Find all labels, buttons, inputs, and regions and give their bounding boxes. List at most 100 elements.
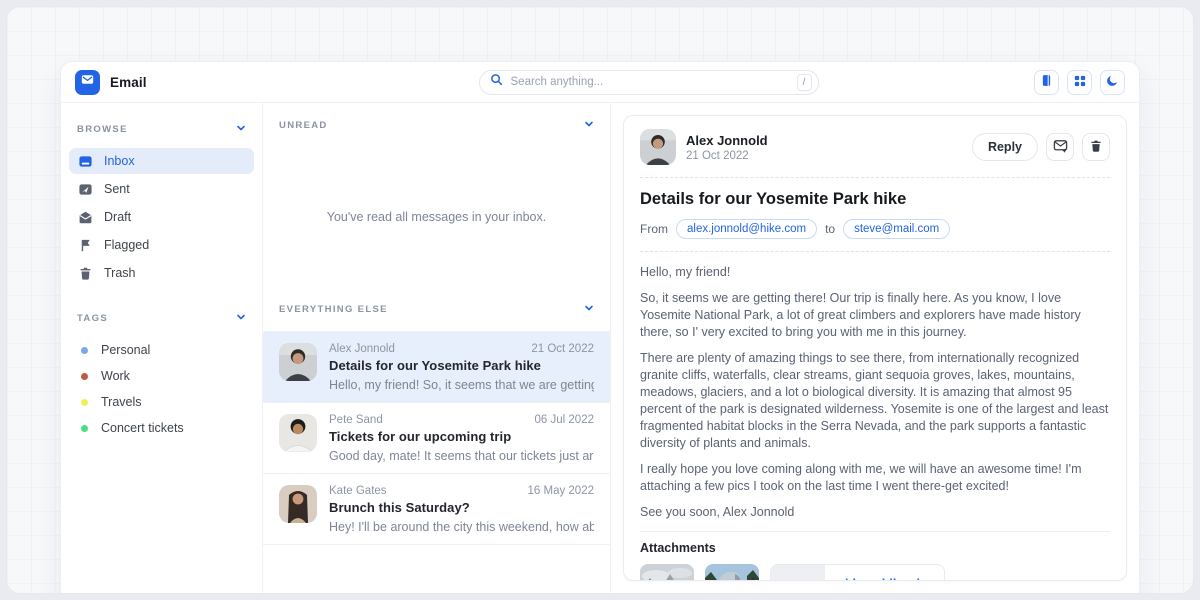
reader-date: 21 Oct 2022 [686, 150, 768, 162]
sidebar-item-flagged[interactable]: Flagged [69, 232, 254, 258]
reader-subject: Details for our Yosemite Park hike [640, 190, 1110, 209]
email-paragraph: Hello, my friend! [640, 264, 1110, 281]
chevron-down-icon[interactable] [584, 116, 594, 134]
from-to-row: From alex.jonnold@hike.com to steve@mail… [640, 219, 1110, 239]
message-list-column: UNREAD You've read all messages in your … [263, 103, 611, 594]
tag-item-personal[interactable]: Personal [69, 337, 254, 363]
everything-else-label: EVERYTHING ELSE [279, 304, 388, 315]
tag-label: Personal [101, 343, 150, 357]
search-bar[interactable]: / [479, 70, 819, 95]
apps-grid-button[interactable] [1067, 70, 1092, 95]
photo-attachment-half-dome[interactable] [705, 564, 759, 581]
browse-section-header[interactable]: BROWSE [69, 111, 254, 148]
divider [640, 251, 1110, 252]
divider [640, 177, 1110, 178]
email-app-window: Email / [60, 61, 1140, 594]
reader-sender-name: Alex Jonnold [686, 133, 768, 148]
mail-subject: Details for our Yosemite Park hike [329, 358, 594, 373]
tag-label: Work [101, 369, 130, 383]
attachments-label: Attachments [640, 541, 1110, 555]
search-input[interactable] [511, 76, 789, 88]
delete-button[interactable] [1082, 133, 1110, 161]
tag-dot-blue [81, 347, 88, 354]
mail-item-content: Pete Sand 06 Jul 2022 Tickets for our up… [329, 414, 594, 463]
email-paragraph: See you soon, Alex Jonnold [640, 504, 1110, 521]
envelope-logo-icon [79, 71, 96, 93]
attachments-row: videos-hike.zip 100 MB [640, 564, 1110, 581]
sidebar-item-label: Draft [104, 210, 131, 224]
sidebar: BROWSE Inbox Sent [61, 103, 263, 594]
mail-item-content: Kate Gates 16 May 2022 Brunch this Satur… [329, 485, 594, 534]
tag-label: Travels [101, 395, 142, 409]
tag-dot-yellow [81, 399, 88, 406]
search-shortcut-badge: / [797, 74, 812, 91]
tags-section-header[interactable]: TAGS [69, 300, 254, 337]
email-paragraph: So, it seems we are getting there! Our t… [640, 290, 1110, 341]
tag-item-concert-tickets[interactable]: Concert tickets [69, 415, 254, 441]
top-actions [1034, 70, 1125, 95]
mail-sender: Alex Jonnold [329, 343, 395, 355]
from-address-chip[interactable]: alex.jonnold@hike.com [676, 219, 817, 239]
unread-label: UNREAD [279, 120, 328, 131]
draft-envelope-icon [78, 210, 93, 225]
file-meta: videos-hike.zip 100 MB [825, 565, 944, 581]
sidebar-item-label: Trash [104, 266, 136, 280]
everything-else-section-header[interactable]: EVERYTHING ELSE [263, 287, 610, 331]
sidebar-item-sent[interactable]: Sent [69, 176, 254, 202]
grid-icon [1074, 75, 1086, 90]
search-zone: / [273, 70, 1024, 95]
sidebar-item-label: Sent [104, 182, 130, 196]
tag-item-work[interactable]: Work [69, 363, 254, 389]
tag-item-travels[interactable]: Travels [69, 389, 254, 415]
brand: Email [75, 70, 263, 95]
zip-attachment-card[interactable]: videos-hike.zip 100 MB [770, 564, 945, 581]
tag-dot-red [81, 373, 88, 380]
trash-icon [78, 266, 93, 281]
mail-list-item-tickets[interactable]: Pete Sand 06 Jul 2022 Tickets for our up… [263, 403, 610, 474]
to-address-chip[interactable]: steve@mail.com [843, 219, 950, 239]
to-label: to [825, 222, 835, 236]
unread-section-header[interactable]: UNREAD [263, 103, 610, 147]
tags-label: TAGS [77, 313, 108, 324]
divider [640, 531, 1110, 532]
sidebar-item-label: Flagged [104, 238, 149, 252]
mail-sender: Pete Sand [329, 414, 383, 426]
sidebar-item-inbox[interactable]: Inbox [69, 148, 254, 174]
chevron-down-icon[interactable] [584, 300, 594, 318]
file-name-link[interactable]: videos-hike.zip [838, 577, 928, 582]
sidebar-item-label: Inbox [104, 154, 135, 168]
mark-unread-button[interactable] [1046, 133, 1074, 161]
flag-icon [78, 238, 93, 253]
app-logo[interactable] [75, 70, 100, 95]
chevron-down-icon[interactable] [236, 120, 246, 138]
mail-list-item-brunch[interactable]: Kate Gates 16 May 2022 Brunch this Satur… [263, 474, 610, 545]
mail-list-item-yosemite[interactable]: Alex Jonnold 21 Oct 2022 Details for our… [263, 332, 610, 403]
avatar [279, 343, 317, 381]
main-columns: BROWSE Inbox Sent [61, 103, 1139, 594]
reader-header: Alex Jonnold 21 Oct 2022 Reply [640, 129, 1110, 165]
avatar [640, 129, 676, 165]
mail-subject: Tickets for our upcoming trip [329, 429, 594, 444]
mail-preview: Hello, my friend! So, it seems that we a… [329, 378, 594, 392]
mail-date: 21 Oct 2022 [531, 343, 594, 355]
tag-label: Concert tickets [101, 421, 184, 435]
dark-mode-button[interactable] [1100, 70, 1125, 95]
avatar [279, 414, 317, 452]
mail-item-content: Alex Jonnold 21 Oct 2022 Details for our… [329, 343, 594, 392]
photo-attachment-valley[interactable] [640, 564, 694, 581]
reader-card: Alex Jonnold 21 Oct 2022 Reply [623, 115, 1127, 581]
sent-icon [78, 182, 93, 197]
book-button[interactable] [1034, 70, 1059, 95]
mail-list: Alex Jonnold 21 Oct 2022 Details for our… [263, 331, 610, 545]
sidebar-item-trash[interactable]: Trash [69, 260, 254, 286]
reply-button[interactable]: Reply [972, 133, 1038, 161]
chevron-down-icon[interactable] [236, 309, 246, 327]
browse-label: BROWSE [77, 124, 128, 135]
unread-empty-state: You've read all messages in your inbox. [263, 147, 610, 287]
sidebar-item-draft[interactable]: Draft [69, 204, 254, 230]
desktop-background: Email / [6, 6, 1194, 594]
reader-actions: Reply [972, 133, 1110, 161]
file-icon-zone [771, 565, 825, 581]
mail-sender: Kate Gates [329, 485, 387, 497]
email-paragraph: I really hope you love coming along with… [640, 461, 1110, 495]
